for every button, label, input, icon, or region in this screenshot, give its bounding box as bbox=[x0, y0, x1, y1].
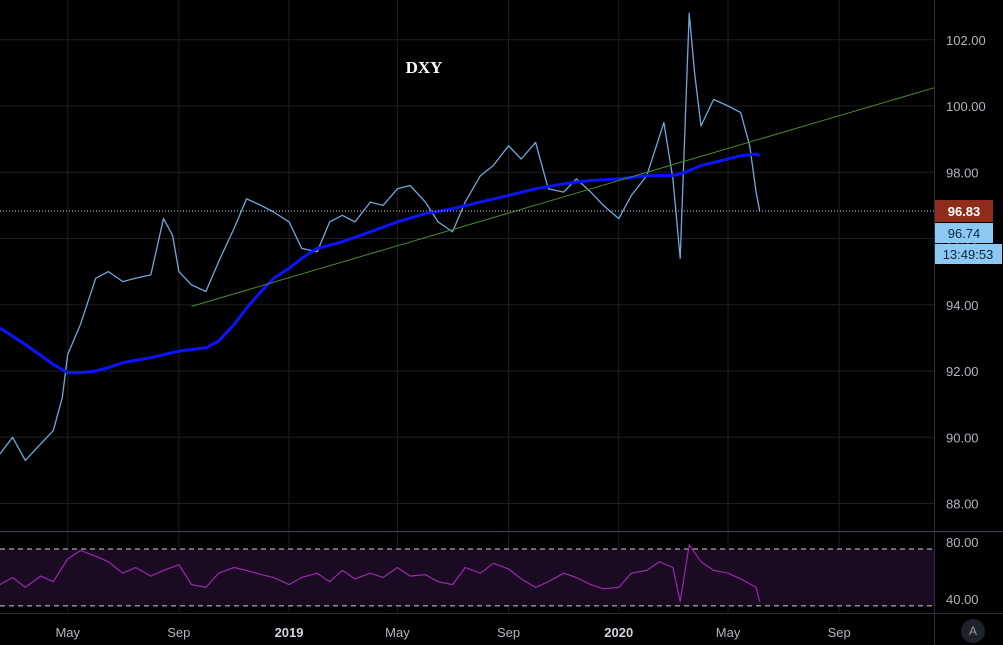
rsi-band bbox=[0, 549, 934, 606]
current-price-label: 96.74 bbox=[948, 226, 981, 241]
chart-title: DXY bbox=[406, 58, 443, 77]
price-axis-label: 102.00 bbox=[946, 33, 986, 48]
auto-scale-button[interactable]: A bbox=[961, 619, 985, 643]
time-axis-label: Sep bbox=[828, 625, 851, 640]
price-axis-label: 98.00 bbox=[946, 165, 979, 180]
price-axis-label: 88.00 bbox=[946, 497, 979, 512]
time-axis-label: Sep bbox=[167, 625, 190, 640]
countdown-label: 13:49:53 bbox=[943, 247, 994, 262]
price-axis-label: 100.00 bbox=[946, 99, 986, 114]
time-axis-label: 2020 bbox=[604, 625, 633, 640]
time-axis-label: May bbox=[385, 625, 410, 640]
last-price-label: 96.83 bbox=[948, 204, 981, 219]
chart-background bbox=[0, 0, 1003, 645]
time-axis-label: Sep bbox=[497, 625, 520, 640]
price-axis-label: 92.00 bbox=[946, 364, 979, 379]
price-axis-label: 94.00 bbox=[946, 298, 979, 313]
time-axis-label: 2019 bbox=[275, 625, 304, 640]
rsi-axis-label: 80.00 bbox=[946, 535, 979, 550]
chart[interactable]: May Sep 2019 May Sep 2020 May Sep 88.00 90.00 92.0… bbox=[0, 0, 1003, 645]
price-axis-label: 90.00 bbox=[946, 430, 979, 445]
rsi-axis-label: 40.00 bbox=[946, 592, 979, 607]
time-axis-label: May bbox=[55, 625, 80, 640]
time-axis-label: May bbox=[716, 625, 741, 640]
